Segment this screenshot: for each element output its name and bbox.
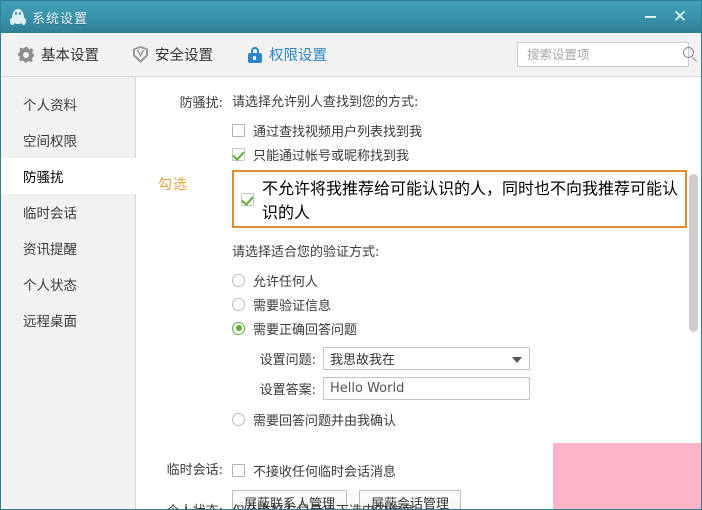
checkbox-account-only[interactable] [232,147,245,161]
window-title: 系统设置 [32,11,89,27]
pink-overlay-block [553,443,701,509]
radio-answer-question[interactable] [232,321,245,335]
tab-basic-settings-label: 基本设置 [41,48,99,64]
question-row: 设置问题: 我思故我在 [232,347,687,370]
radio-row-allow-anyone[interactable]: 允许任何人 [232,268,687,292]
search-box[interactable] [517,42,697,67]
tab-permission-settings[interactable]: 权限设置 [230,33,344,76]
section-personal-status-text: 仅允许好友显示以下选中的信息 [232,500,414,509]
tab-security-settings-label: 安全设置 [155,48,213,64]
answer-row: 设置答案: Hello World [232,377,687,400]
search-input[interactable] [527,47,683,62]
question-label: 设置问题: [259,353,316,368]
sidebar-item-space-permission[interactable]: 空间权限 [1,122,135,158]
highlighted-option-wrap: 勾选 不允许将我推荐给可能认识的人，同时也不向我推荐可能认识的人 [158,170,687,228]
scrollbar-thumb[interactable] [689,174,698,332]
shield-icon [133,46,148,63]
radio-row-answer-and-confirm[interactable]: 需要回答问题并由我确认 [232,407,687,431]
sidebar-item-temp-session[interactable]: 临时会话 [1,194,135,230]
checkbox-account-only-label: 只能通过帐号或昵称找到我 [253,148,410,164]
title-left-group: 系统设置 [1,8,88,27]
sidebar-item-anti-harassment[interactable]: 防骚扰 [1,158,136,194]
tab-bar: 基本设置 安全设置 权限设置 [1,33,701,77]
question-dropdown[interactable]: 我思故我在 [323,347,530,370]
checkbox-video-list[interactable] [232,123,245,137]
section-anti-harassment-body: 请选择允许别人查找到您的方式: 通过查找视频用户列表找到我 只能通过帐号或昵称找… [158,91,701,431]
chevron-down-icon[interactable] [512,356,522,363]
gear-icon [18,46,34,63]
radio-answer-question-label: 需要正确回答问题 [253,322,358,338]
checkbox-row-no-recommend[interactable]: 不允许将我推荐给可能认识的人，同时也不向我推荐可能认识的人 [232,170,687,228]
sidebar-item-news-alert[interactable]: 资讯提醒 [1,230,135,266]
tab-permission-settings-label: 权限设置 [269,48,327,64]
radio-answer-and-confirm[interactable] [232,412,245,426]
checkbox-row-video-list[interactable]: 通过查找视频用户列表找到我 [232,118,687,142]
answer-label: 设置答案: [259,383,316,398]
search-icon[interactable] [683,47,698,62]
answer-input-value: Hello World [330,381,405,396]
sidebar: 个人资料 空间权限 防骚扰 临时会话 资讯提醒 个人状态 远程桌面 [1,77,136,509]
radio-allow-anyone[interactable] [232,273,245,287]
window-controls: ✕ [635,1,701,33]
checkbox-reject-temp-msg-label: 不接收任何临时会话消息 [253,464,397,480]
radio-row-need-verify-info[interactable]: 需要验证信息 [232,292,687,316]
qq-penguin-icon [9,8,27,26]
radio-row-answer-question[interactable]: 需要正确回答问题 [232,316,687,340]
checkbox-no-recommend-label: 不允许将我推荐给可能认识的人，同时也不向我推荐可能认识的人 [262,179,679,222]
radio-need-verify-info-label: 需要验证信息 [253,298,332,314]
minimize-button[interactable] [635,1,665,33]
radio-need-verify-info[interactable] [232,297,245,311]
radio-answer-and-confirm-label: 需要回答问题并由我确认 [253,413,397,429]
search-container [517,42,697,67]
minimize-icon [644,16,656,18]
close-button[interactable]: ✕ [665,1,701,33]
tab-security-settings[interactable]: 安全设置 [116,33,230,76]
answer-input[interactable]: Hello World [323,377,530,400]
lock-icon [247,46,262,63]
question-dropdown-value: 我思故我在 [330,353,396,368]
section-anti-harassment-label: 防骚扰: [179,96,223,111]
sidebar-item-personal-status[interactable]: 个人状态 [1,266,135,302]
sidebar-item-profile[interactable]: 个人资料 [1,86,135,122]
annotation-check-this: 勾选 [158,177,188,193]
sidebar-item-remote-desktop[interactable]: 远程桌面 [1,302,135,338]
tab-basic-settings[interactable]: 基本设置 [1,33,116,76]
section-personal-status-label: 个人状态: [136,500,232,509]
find-methods-hint: 请选择允许别人查找到您的方式: [232,95,419,110]
verify-methods-hint: 请选择适合您的验证方式: [232,245,380,260]
settings-window: 系统设置 ✕ 基本设置 安全设置 权限设置 搜索设置项 个人资料 空间权限 防骚… [0,0,702,510]
radio-allow-anyone-label: 允许任何人 [253,274,319,290]
checkbox-row-account-only[interactable]: 只能通过帐号或昵称找到我 [232,142,687,166]
checkbox-reject-temp-msg[interactable] [232,463,245,477]
section-anti-harassment: 防骚扰: 请选择允许别人查找到您的方式: 通过查找视频用户列表找到我 只能通过帐… [136,91,701,431]
title-bar: 系统设置 ✕ [1,1,701,33]
checkbox-video-list-label: 通过查找视频用户列表找到我 [253,124,423,140]
checkbox-no-recommend[interactable] [241,192,254,206]
